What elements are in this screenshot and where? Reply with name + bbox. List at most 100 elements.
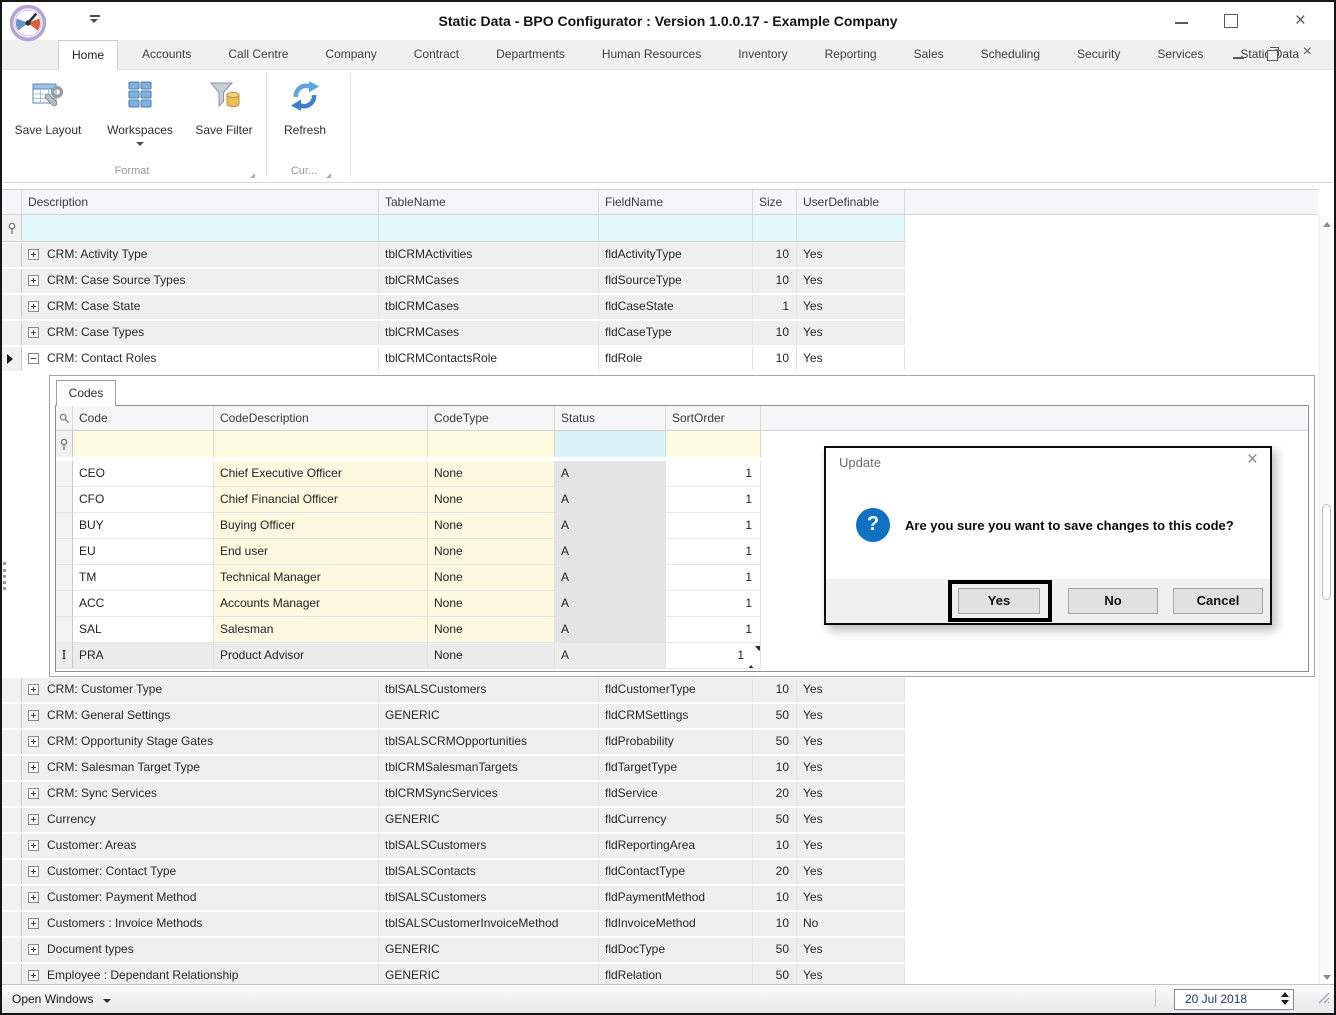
codes-row[interactable]: CEOChief Executive OfficerNoneA1 [56, 461, 762, 487]
spin-up-icon[interactable] [747, 651, 755, 669]
grid-row[interactable]: Customer: Payment MethodtblSALSCustomers… [2, 886, 906, 912]
expand-icon[interactable] [28, 970, 39, 981]
quick-access-dropdown-icon[interactable] [90, 15, 100, 23]
codes-row[interactable]: SALSalesmanNoneA1 [56, 617, 762, 643]
expand-icon[interactable] [28, 944, 39, 955]
tab-sales[interactable]: Sales [901, 40, 957, 70]
workspaces-dropdown-icon[interactable] [136, 142, 144, 146]
expand-icon[interactable] [28, 736, 39, 747]
grid-row[interactable]: Document typesGENERICfldDocType50Yes [2, 938, 906, 964]
grid-row[interactable]: CRM: Customer TypetblSALSCustomersfldCus… [2, 678, 906, 704]
save-filter-button[interactable]: Save Filter [182, 78, 266, 137]
tab-accounts[interactable]: Accounts [129, 40, 204, 70]
codes-column-codedescription[interactable]: CodeDescription [214, 406, 428, 430]
open-windows-button[interactable]: Open Windows [12, 992, 111, 1006]
codes-row[interactable]: EUEnd userNoneA1 [56, 539, 762, 565]
column-header-userdefinable[interactable]: UserDefinable [797, 190, 905, 214]
codes-column-code[interactable]: Code [73, 406, 214, 430]
tab-services[interactable]: Services [1144, 40, 1216, 70]
codes-filter-sort-input[interactable] [666, 431, 761, 457]
vertical-scrollbar[interactable] [1319, 216, 1334, 986]
grid-row[interactable]: CRM: Activity TypetblCRMActivitiesfldAct… [2, 243, 906, 269]
app-logo-icon[interactable] [9, 4, 47, 42]
grid-row[interactable]: CRM: Case TypestblCRMCasesfldCaseType10Y… [2, 321, 906, 347]
filter-size-input[interactable] [753, 215, 797, 241]
filter-fieldname-input[interactable] [599, 215, 753, 241]
scrollbar-thumb[interactable] [1322, 504, 1331, 600]
column-header-fieldname[interactable]: FieldName [599, 190, 753, 214]
codes-column-codetype[interactable]: CodeType [428, 406, 555, 430]
tab-scheduling[interactable]: Scheduling [968, 40, 1053, 70]
codes-filter-status-input[interactable] [555, 431, 666, 457]
expand-icon[interactable] [28, 301, 39, 312]
expand-icon[interactable] [28, 840, 39, 851]
date-spinner[interactable] [1279, 991, 1290, 1008]
save-layout-button[interactable]: Save Layout [4, 78, 92, 137]
close-icon[interactable]: × [1295, 7, 1306, 35]
scroll-down-icon[interactable] [1323, 975, 1331, 980]
ribbon-restore-icon[interactable] [1267, 50, 1278, 61]
grid-row[interactable]: CRM: Sync ServicestblCRMSyncServicesfldS… [2, 782, 906, 808]
tab-human-resources[interactable]: Human Resources [589, 40, 714, 70]
expand-icon[interactable] [28, 892, 39, 903]
grid-row[interactable]: Customer: AreastblSALSCustomersfldReport… [2, 834, 906, 860]
expand-icon[interactable] [28, 249, 39, 260]
codes-column-status[interactable]: Status [555, 406, 666, 430]
tab-reporting[interactable]: Reporting [812, 40, 890, 70]
spin-down-icon[interactable] [1281, 1000, 1289, 1005]
column-header-size[interactable]: Size [753, 190, 797, 214]
workspaces-button[interactable]: Workspaces [96, 78, 184, 146]
sortorder-spinner[interactable] [747, 646, 759, 666]
codes-row[interactable]: ACCAccounts ManagerNoneA1 [56, 591, 762, 617]
codes-column-sortorder[interactable]: SortOrder [666, 406, 761, 430]
grid-row[interactable]: CRM: Contact RolestblCRMContactsRolefldR… [2, 347, 906, 373]
no-button[interactable]: No [1068, 588, 1158, 614]
codes-tab[interactable]: Codes [56, 380, 116, 406]
codes-row[interactable]: IPRAProduct AdvisorNoneA1 [56, 643, 762, 669]
ribbon-close-icon[interactable]: × [1303, 43, 1312, 61]
date-editor[interactable]: 20 Jul 2018 [1174, 989, 1294, 1010]
refresh-button[interactable]: Refresh [266, 78, 344, 137]
filter-userdefinable-input[interactable] [797, 215, 905, 241]
tab-security[interactable]: Security [1064, 40, 1133, 70]
column-header-tablename[interactable]: TableName [379, 190, 599, 214]
codes-row[interactable]: TMTechnical ManagerNoneA1 [56, 565, 762, 591]
scroll-up-icon[interactable] [1323, 222, 1331, 227]
expand-icon[interactable] [28, 710, 39, 721]
codes-filter-type-input[interactable] [428, 431, 555, 457]
grid-row[interactable]: Customer: Contact TypetblSALSContactsfld… [2, 860, 906, 886]
ribbon-minimize-icon[interactable] [1233, 57, 1244, 59]
grid-row[interactable]: CRM: General SettingsGENERICfldCRMSettin… [2, 704, 906, 730]
column-header-description[interactable]: Description [22, 190, 379, 214]
minimize-icon[interactable] [1175, 22, 1188, 24]
dialog-close-icon[interactable]: × [1247, 449, 1258, 471]
expand-icon[interactable] [28, 327, 39, 338]
tab-call-centre[interactable]: Call Centre [215, 40, 301, 70]
codes-filter-code-input[interactable] [73, 431, 214, 457]
tab-contract[interactable]: Contract [401, 40, 472, 70]
tab-departments[interactable]: Departments [483, 40, 578, 70]
cancel-button[interactable]: Cancel [1173, 588, 1263, 614]
grid-row[interactable]: CRM: Case StatetblCRMCasesfldCaseState1Y… [2, 295, 906, 321]
grid-row[interactable]: CRM: Opportunity Stage GatestblSALSCRMOp… [2, 730, 906, 756]
current-group-launcher-icon[interactable] [326, 173, 331, 178]
codes-row[interactable]: CFOChief Financial OfficerNoneA1 [56, 487, 762, 513]
spin-down-icon[interactable] [755, 646, 761, 665]
grid-row[interactable]: CRM: Salesman Target TypetblCRMSalesmanT… [2, 756, 906, 782]
collapse-icon[interactable] [28, 353, 39, 364]
expand-icon[interactable] [28, 762, 39, 773]
tab-home[interactable]: Home [58, 40, 118, 71]
expand-icon[interactable] [28, 814, 39, 825]
expand-icon[interactable] [28, 684, 39, 695]
grid-row[interactable]: CRM: Case Source TypestblCRMCasesfldSour… [2, 269, 906, 295]
expand-icon[interactable] [28, 275, 39, 286]
expand-icon[interactable] [28, 918, 39, 929]
spin-up-icon[interactable] [1281, 992, 1289, 997]
expand-icon[interactable] [28, 788, 39, 799]
filter-tablename-input[interactable] [379, 215, 599, 241]
maximize-icon[interactable] [1224, 14, 1238, 28]
yes-button[interactable]: Yes [958, 588, 1040, 614]
codes-row[interactable]: BUYBuying OfficerNoneA1 [56, 513, 762, 539]
grid-row[interactable]: Customers : Invoice MethodstblSALSCustom… [2, 912, 906, 938]
filter-description-input[interactable] [22, 215, 379, 241]
